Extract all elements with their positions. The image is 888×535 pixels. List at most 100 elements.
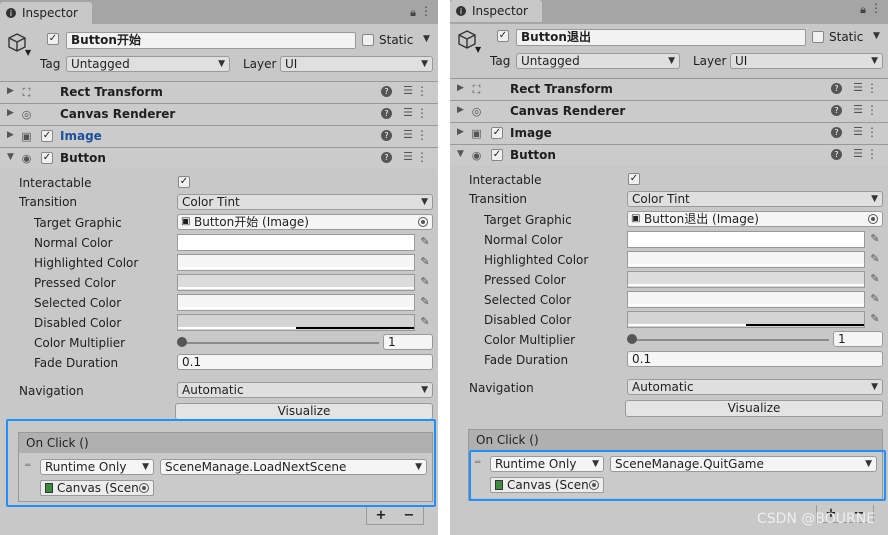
target-object-field[interactable]: Canvas (Scene [490, 477, 604, 493]
eyedropper-icon[interactable]: ✎ [418, 315, 432, 329]
navigation-dropdown[interactable]: Automatic ▼ [177, 382, 433, 398]
help-icon[interactable]: ? [831, 83, 842, 94]
selected-color-field[interactable] [177, 294, 415, 311]
object-name-field[interactable]: Button退出 [516, 29, 806, 46]
color-multiplier-slider-handle[interactable] [627, 334, 637, 344]
color-multiplier-input[interactable]: 1 [833, 331, 883, 347]
normal-color-field[interactable] [177, 234, 415, 251]
preset-icon[interactable]: ☰ [853, 125, 863, 138]
foldout-arrow-icon[interactable]: ▶ [7, 108, 14, 118]
normal-color-field[interactable] [627, 231, 865, 248]
pressed-color-field[interactable] [627, 271, 865, 288]
static-checkbox[interactable] [812, 31, 824, 43]
disabled-color-field[interactable] [177, 314, 415, 331]
interactable-checkbox[interactable]: ✓ [628, 173, 640, 185]
function-dropdown[interactable]: SceneManage.QuitGame ▼ [610, 456, 877, 472]
tag-dropdown[interactable]: Untagged ▼ [516, 53, 680, 69]
target-object-field[interactable]: Canvas (Scene [40, 480, 154, 496]
preset-icon[interactable]: ☰ [403, 84, 413, 97]
component-image[interactable]: ▶ ▣ ✓ Image ? ☰ ⋮ [0, 125, 438, 147]
object-picker-icon[interactable] [868, 214, 878, 224]
color-multiplier-slider-handle[interactable] [177, 337, 187, 347]
function-dropdown[interactable]: SceneManage.LoadNextScene ▼ [160, 459, 427, 475]
enabled-checkbox[interactable]: ✓ [491, 127, 503, 139]
runtime-dropdown[interactable]: Runtime Only ▼ [490, 456, 604, 472]
cube-dropdown-icon[interactable]: ▼ [25, 48, 31, 57]
enabled-checkbox[interactable]: ✓ [41, 130, 53, 142]
eyedropper-icon[interactable]: ✎ [868, 312, 882, 326]
visualize-button[interactable]: Visualize [175, 403, 433, 420]
highlighted-color-field[interactable] [177, 254, 415, 271]
runtime-dropdown[interactable]: Runtime Only ▼ [40, 459, 154, 475]
visualize-button[interactable]: Visualize [625, 400, 883, 417]
layer-dropdown[interactable]: UI ▼ [280, 56, 433, 72]
eyedropper-icon[interactable]: ✎ [868, 232, 882, 246]
preset-icon[interactable]: ☰ [403, 128, 413, 141]
foldout-arrow-icon[interactable]: ▶ [457, 105, 464, 115]
foldout-expanded-icon[interactable]: ▼ [457, 149, 464, 159]
disabled-color-field[interactable] [627, 311, 865, 328]
color-multiplier-slider-track[interactable] [182, 342, 379, 344]
preset-icon[interactable]: ☰ [853, 81, 863, 94]
target-graphic-field[interactable]: ▣ Button开始 (Image) [177, 214, 433, 230]
object-name-field[interactable]: Button开始 [66, 32, 356, 49]
foldout-arrow-icon[interactable]: ▶ [457, 127, 464, 137]
help-icon[interactable]: ? [831, 127, 842, 138]
eyedropper-icon[interactable]: ✎ [868, 292, 882, 306]
kebab-menu-icon[interactable]: ⋮ [416, 150, 428, 164]
component-button[interactable]: ▼ ◉ ✓ Button ? ☰ ⋮ [450, 144, 888, 166]
static-dropdown-icon[interactable]: ▼ [873, 31, 880, 41]
fade-duration-input[interactable]: 0.1 [177, 354, 433, 370]
active-checkbox[interactable]: ✓ [47, 33, 59, 45]
active-checkbox[interactable]: ✓ [497, 30, 509, 42]
kebab-menu-icon[interactable]: ⋮ [866, 103, 878, 117]
enabled-checkbox[interactable]: ✓ [491, 149, 503, 161]
help-icon[interactable]: ? [381, 152, 392, 163]
pressed-color-field[interactable] [177, 274, 415, 291]
static-checkbox[interactable] [362, 34, 374, 46]
component-button[interactable]: ▼ ◉ ✓ Button ? ☰ ⋮ [0, 147, 438, 169]
eyedropper-icon[interactable]: ✎ [418, 295, 432, 309]
fade-duration-input[interactable]: 0.1 [627, 351, 883, 367]
help-icon[interactable]: ? [381, 86, 392, 97]
help-icon[interactable]: ? [831, 149, 842, 160]
highlighted-color-field[interactable] [627, 251, 865, 268]
lock-icon[interactable]: 🔒︎ [410, 6, 416, 20]
kebab-menu-icon[interactable]: ⋮ [416, 128, 428, 142]
drag-handle-icon[interactable]: ═ [25, 461, 30, 471]
preset-icon[interactable]: ☰ [853, 147, 863, 160]
foldout-arrow-icon[interactable]: ▶ [7, 130, 14, 140]
kebab-menu-icon[interactable]: ⋮ [420, 4, 432, 18]
selected-color-field[interactable] [627, 291, 865, 308]
target-graphic-field[interactable]: ▣ Button退出 (Image) [627, 211, 883, 227]
kebab-menu-icon[interactable]: ⋮ [866, 81, 878, 95]
help-icon[interactable]: ? [831, 105, 842, 116]
add-listener-button[interactable]: + [376, 508, 387, 523]
kebab-menu-icon[interactable]: ⋮ [416, 106, 428, 120]
cube-dropdown-icon[interactable]: ▼ [475, 45, 481, 54]
transition-dropdown[interactable]: Color Tint ▼ [177, 194, 433, 210]
eyedropper-icon[interactable]: ✎ [868, 272, 882, 286]
static-dropdown-icon[interactable]: ▼ [423, 34, 430, 44]
object-picker-icon[interactable] [589, 480, 599, 490]
component-canvas-renderer[interactable]: ▶ ◎ Canvas Renderer ? ☰ ⋮ [450, 100, 888, 122]
component-rect-transform[interactable]: ▶ ⛶ Rect Transform ? ☰ ⋮ [450, 78, 888, 100]
interactable-checkbox[interactable]: ✓ [178, 176, 190, 188]
enabled-checkbox[interactable]: ✓ [41, 152, 53, 164]
eyedropper-icon[interactable]: ✎ [868, 252, 882, 266]
navigation-dropdown[interactable]: Automatic ▼ [627, 379, 883, 395]
kebab-menu-icon[interactable]: ⋮ [866, 147, 878, 161]
help-icon[interactable]: ? [381, 108, 392, 119]
component-rect-transform[interactable]: ▶ ⛶ Rect Transform ? ☰ ⋮ [0, 81, 438, 103]
preset-icon[interactable]: ☰ [403, 106, 413, 119]
foldout-arrow-icon[interactable]: ▶ [7, 86, 14, 96]
preset-icon[interactable]: ☰ [403, 150, 413, 163]
layer-dropdown[interactable]: UI ▼ [730, 53, 883, 69]
kebab-menu-icon[interactable]: ⋮ [416, 84, 428, 98]
tag-dropdown[interactable]: Untagged ▼ [66, 56, 230, 72]
foldout-expanded-icon[interactable]: ▼ [7, 152, 14, 162]
color-multiplier-slider-track[interactable] [632, 339, 829, 341]
eyedropper-icon[interactable]: ✎ [418, 275, 432, 289]
drag-handle-icon[interactable]: ═ [475, 458, 480, 468]
foldout-arrow-icon[interactable]: ▶ [457, 83, 464, 93]
